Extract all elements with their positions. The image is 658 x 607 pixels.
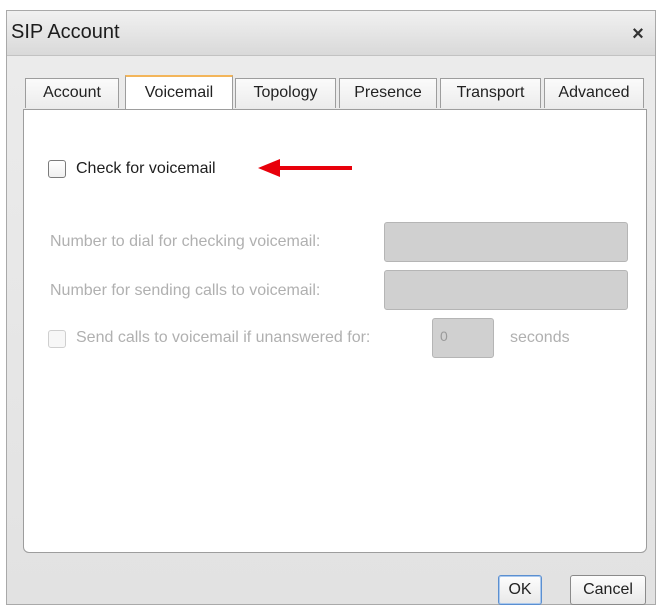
dial-voicemail-value: [385, 223, 627, 232]
seconds-label: seconds: [510, 329, 570, 346]
sip-account-dialog: SIP Account × Account Voicemail Topology…: [6, 10, 656, 605]
tab-advanced[interactable]: Advanced: [544, 78, 644, 108]
check-for-voicemail-label: Check for voicemail: [76, 160, 216, 177]
close-icon[interactable]: ×: [627, 23, 649, 45]
dial-voicemail-input[interactable]: [384, 222, 628, 262]
arrow-head: [258, 159, 280, 177]
tab-presence[interactable]: Presence: [339, 78, 437, 108]
dialog-title: SIP Account: [11, 21, 120, 43]
check-for-voicemail-checkbox[interactable]: [48, 160, 66, 178]
send-voicemail-value: [385, 271, 627, 280]
tab-transport[interactable]: Transport: [440, 78, 541, 108]
tab-strip: Account Voicemail Topology Presence Tran…: [25, 75, 647, 111]
tab-topology[interactable]: Topology: [235, 78, 336, 108]
cancel-button[interactable]: Cancel: [570, 575, 646, 605]
seconds-value: 0: [440, 328, 448, 344]
red-arrow-annotation: [258, 159, 352, 177]
ok-button[interactable]: OK: [498, 575, 542, 605]
send-voicemail-input[interactable]: [384, 270, 628, 310]
seconds-input[interactable]: 0: [432, 318, 494, 358]
unanswered-checkbox[interactable]: [48, 330, 66, 348]
dial-voicemail-label: Number to dial for checking voicemail:: [50, 233, 321, 250]
voicemail-panel: Check for voicemail Number to dial for c…: [23, 109, 647, 553]
title-bar: SIP Account ×: [7, 11, 655, 56]
tab-voicemail[interactable]: Voicemail: [125, 75, 233, 109]
send-voicemail-label: Number for sending calls to voicemail:: [50, 282, 321, 299]
unanswered-label: Send calls to voicemail if unanswered fo…: [76, 329, 371, 346]
tab-account[interactable]: Account: [25, 78, 119, 108]
